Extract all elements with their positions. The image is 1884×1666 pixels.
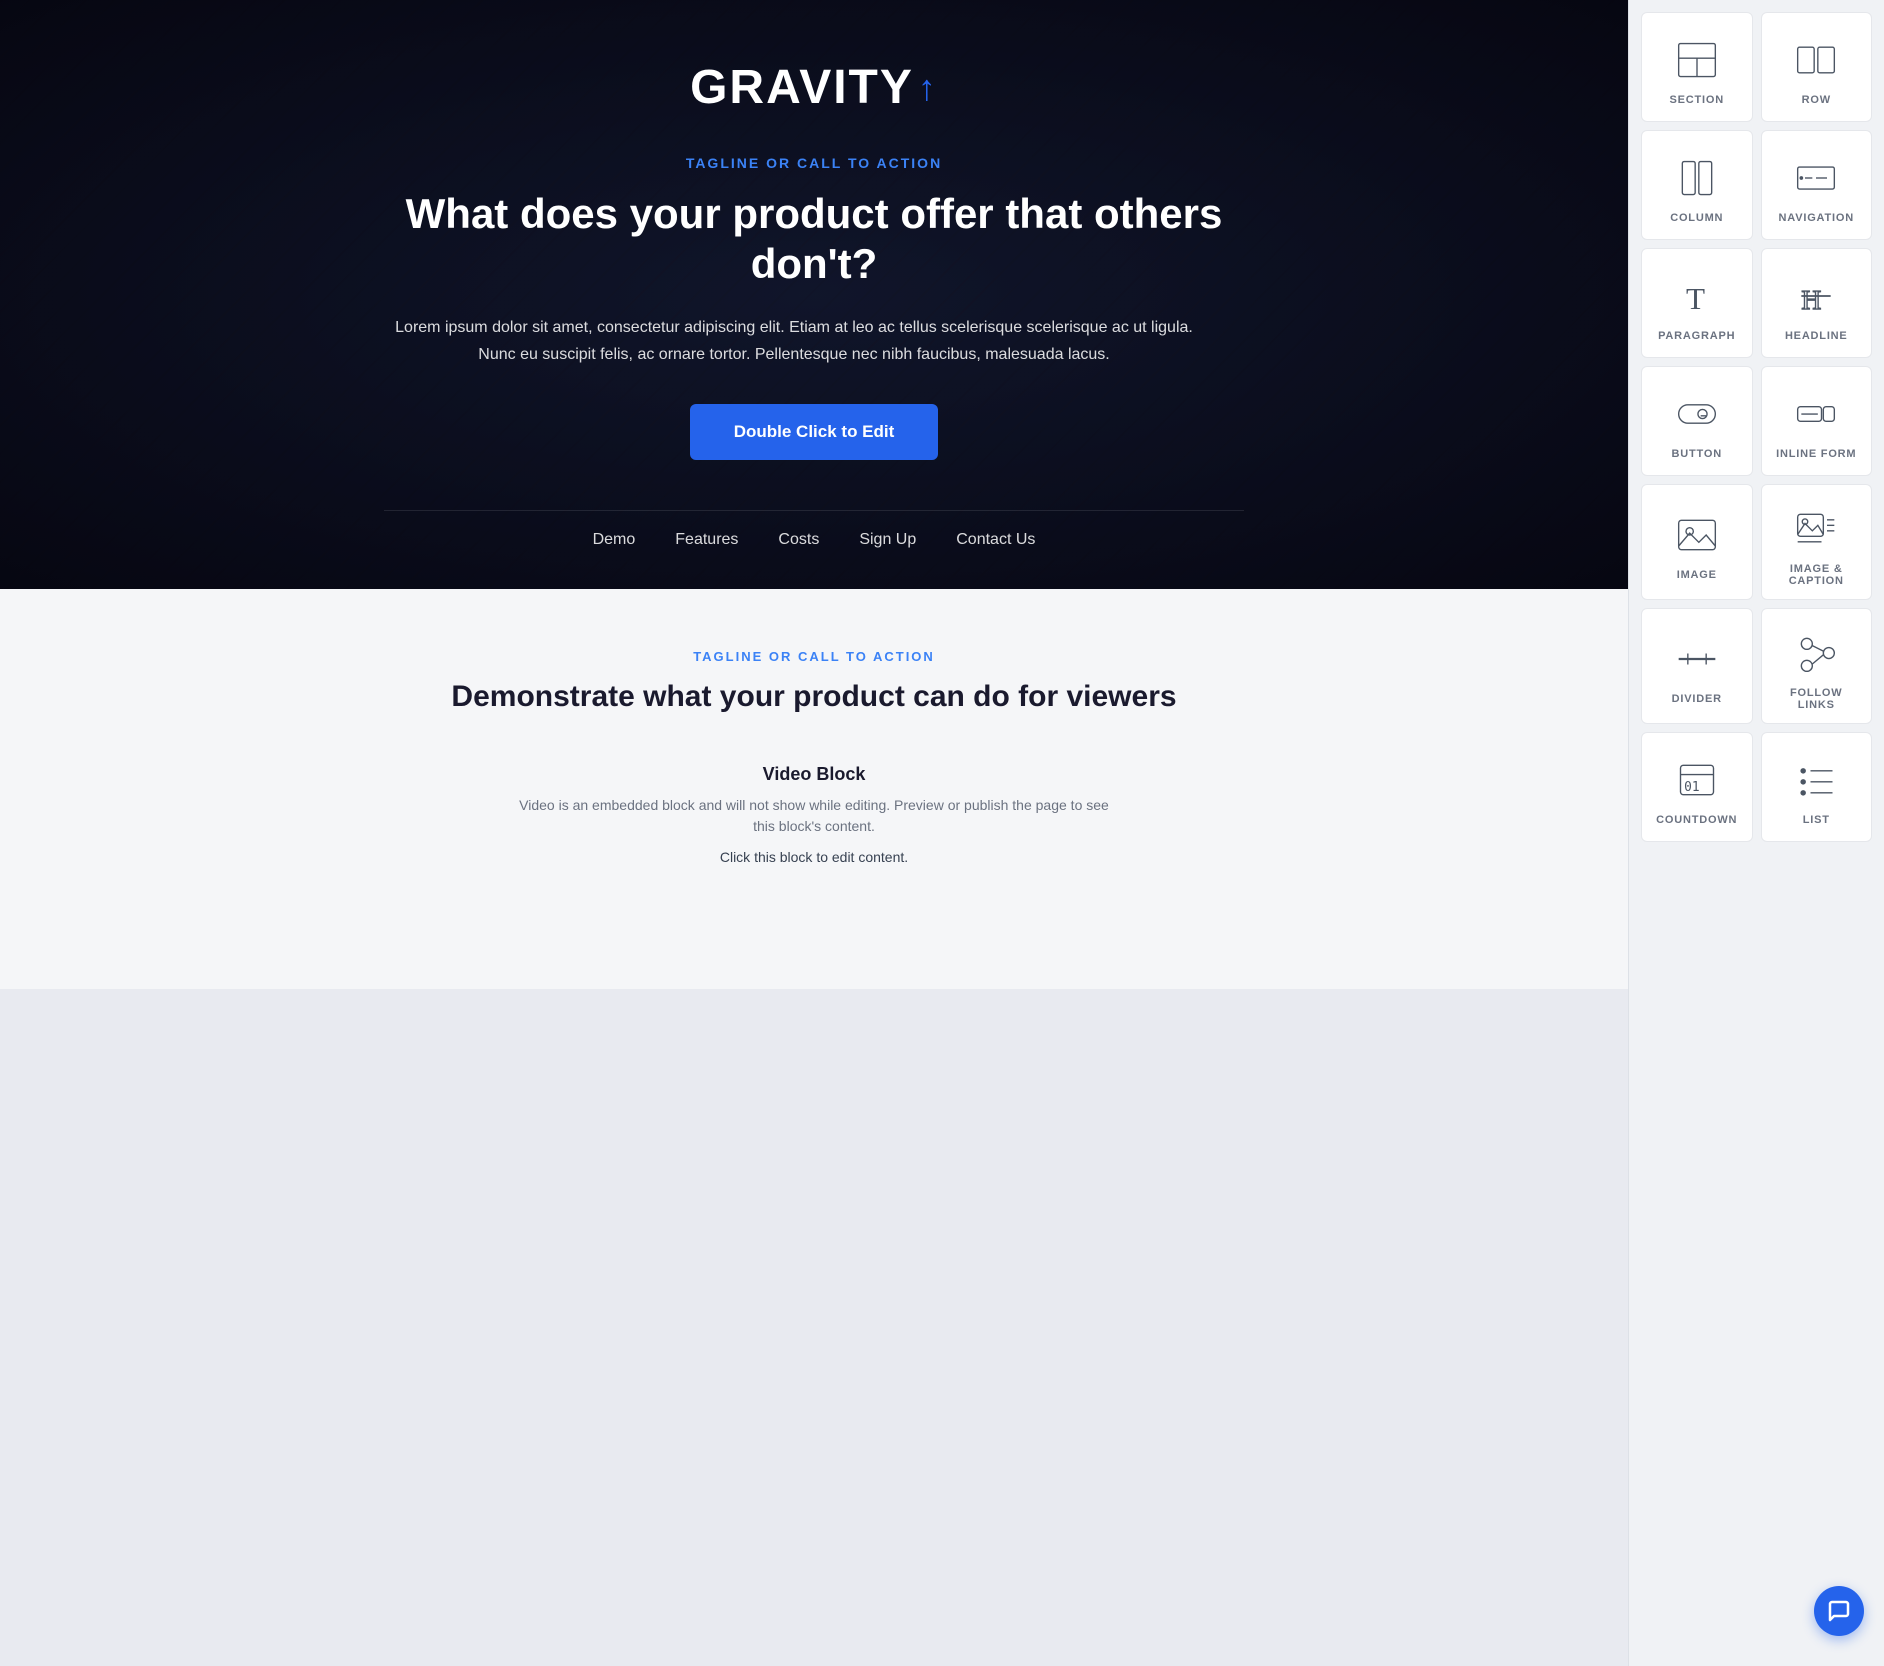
widget-paragraph[interactable]: T PARAGRAPH — [1641, 248, 1753, 358]
widget-inline-form[interactable]: INLINE FORM — [1761, 366, 1873, 476]
list-icon — [1792, 756, 1840, 804]
widget-button-label: BUTTON — [1672, 448, 1722, 460]
widget-headline-label: HEADLINE — [1785, 330, 1848, 342]
svg-text:01: 01 — [1684, 780, 1699, 795]
hero-body: Lorem ipsum dolor sit amet, consectetur … — [384, 314, 1204, 368]
headline-icon: H — [1792, 272, 1840, 320]
video-block-title: Video Block — [514, 764, 1114, 785]
chat-icon — [1827, 1599, 1851, 1623]
widget-headline[interactable]: H HEADLINE — [1761, 248, 1873, 358]
widget-image[interactable]: IMAGE — [1641, 484, 1753, 600]
column-icon — [1673, 154, 1721, 202]
divider-icon — [1673, 635, 1721, 683]
hero-nav: Demo Features Costs Sign Up Contact Us — [384, 510, 1244, 559]
widget-follow-links[interactable]: FOLLOW LINKS — [1761, 608, 1873, 724]
widget-row-label: ROW — [1802, 94, 1831, 106]
fab-button[interactable] — [1814, 1586, 1864, 1636]
hero-section: GRAVITY ↑ TAGLINE OR CALL TO ACTION What… — [0, 0, 1628, 589]
svg-text:T: T — [1686, 281, 1705, 316]
nav-item-demo[interactable]: Demo — [593, 531, 636, 549]
nav-item-costs[interactable]: Costs — [778, 531, 819, 549]
widget-image-caption[interactable]: IMAGE & CAPTION — [1761, 484, 1873, 600]
widget-countdown-label: COUNTDOWN — [1656, 814, 1737, 826]
widget-image-caption-label: IMAGE & CAPTION — [1772, 563, 1862, 587]
hero-content: GRAVITY ↑ TAGLINE OR CALL TO ACTION What… — [384, 60, 1244, 559]
content-headline: Demonstrate what your product can do for… — [40, 680, 1588, 714]
content-section: TAGLINE OR CALL TO ACTION Demonstrate wh… — [0, 589, 1628, 989]
widget-list[interactable]: LIST — [1761, 732, 1873, 842]
navigation-icon — [1792, 154, 1840, 202]
widget-navigation-label: NAVIGATION — [1779, 212, 1854, 224]
widget-image-label: IMAGE — [1677, 569, 1717, 581]
video-block-desc: Video is an embedded block and will not … — [514, 795, 1114, 837]
widget-follow-links-label: FOLLOW LINKS — [1772, 687, 1862, 711]
video-block[interactable]: Video Block Video is an embedded block a… — [514, 764, 1114, 865]
widget-list-label: LIST — [1803, 814, 1830, 826]
widget-countdown[interactable]: 01 COUNTDOWN — [1641, 732, 1753, 842]
svg-text:H: H — [1802, 284, 1822, 315]
nav-item-contact[interactable]: Contact Us — [956, 531, 1035, 549]
button-icon — [1673, 390, 1721, 438]
image-caption-icon — [1792, 505, 1840, 553]
widget-divider[interactable]: DIVIDER — [1641, 608, 1753, 724]
inline-form-icon — [1792, 390, 1840, 438]
hero-headline: What does your product offer that others… — [384, 189, 1244, 290]
paragraph-icon: T — [1673, 272, 1721, 320]
follow-links-icon — [1792, 629, 1840, 677]
hero-tagline: TAGLINE OR CALL TO ACTION — [384, 155, 1244, 171]
widget-column[interactable]: COLUMN — [1641, 130, 1753, 240]
widget-column-label: COLUMN — [1670, 212, 1723, 224]
widget-navigation[interactable]: NAVIGATION — [1761, 130, 1873, 240]
widget-button[interactable]: BUTTON — [1641, 366, 1753, 476]
widget-row[interactable]: ROW — [1761, 12, 1873, 122]
widget-section-label: SECTION — [1670, 94, 1725, 106]
brand-arrow-icon: ↑ — [918, 67, 938, 109]
canvas-area[interactable]: GRAVITY ↑ TAGLINE OR CALL TO ACTION What… — [0, 0, 1628, 1666]
image-icon — [1673, 511, 1721, 559]
nav-item-signup[interactable]: Sign Up — [859, 531, 916, 549]
section-icon — [1673, 36, 1721, 84]
widget-inline-form-label: INLINE FORM — [1776, 448, 1856, 460]
widget-divider-label: DIVIDER — [1672, 693, 1722, 705]
row-icon — [1792, 36, 1840, 84]
content-tagline: TAGLINE OR CALL TO ACTION — [40, 649, 1588, 664]
widget-paragraph-label: PARAGRAPH — [1658, 330, 1735, 342]
widget-sidebar: SECTION ROW COLUMN NAVIGATION T PARAGRAP… — [1628, 0, 1884, 1666]
nav-item-features[interactable]: Features — [675, 531, 738, 549]
widget-section[interactable]: SECTION — [1641, 12, 1753, 122]
brand-text: GRAVITY — [690, 60, 914, 115]
countdown-icon: 01 — [1673, 756, 1721, 804]
video-block-edit: Click this block to edit content. — [514, 849, 1114, 865]
brand-logo: GRAVITY ↑ — [384, 60, 1244, 115]
hero-cta-button[interactable]: Double Click to Edit — [690, 404, 939, 460]
